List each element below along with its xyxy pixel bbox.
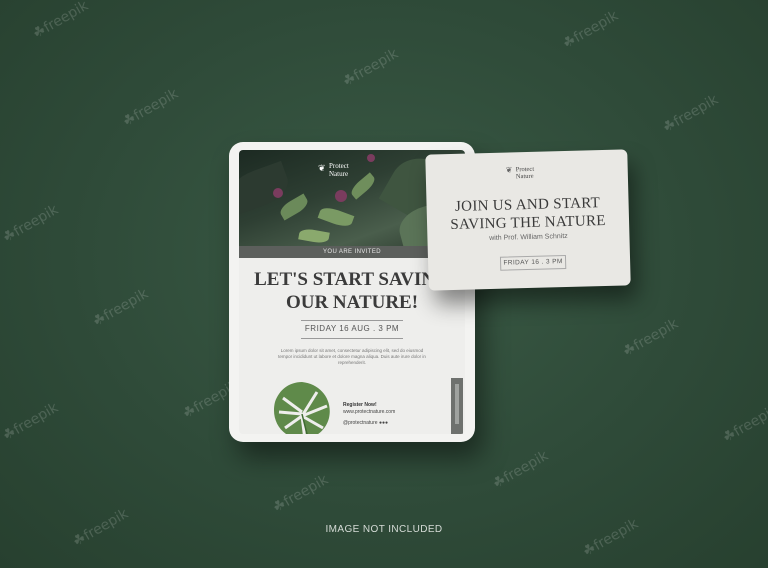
social-icon: ●●● (378, 420, 388, 426)
monstera-leaf-image (274, 382, 330, 434)
register-block: Register Now! www.protectnature.com (343, 402, 396, 415)
decorative-bar (451, 378, 463, 434)
footer-note: IMAGE NOT INCLUDED (325, 524, 443, 535)
body-text: Lorem ipsum dolor sit amet, consectetur … (278, 348, 426, 365)
leaf-icon: ❦ (318, 163, 326, 173)
divider (301, 338, 403, 339)
tablet-brand-logo: ❦ Protect Nature (318, 162, 349, 178)
event-date: FRIDAY 16 AUG . 3 PM (304, 324, 400, 333)
leaf-icon: ❦ (505, 165, 513, 175)
divider (301, 320, 403, 321)
card-headline: JOIN US AND START SAVING THE NATURE (450, 195, 606, 234)
card-brand-logo: ❦ Protect Nature (505, 165, 535, 181)
social-row: @protectnature ●●● (343, 420, 388, 426)
card-date: FRIDAY 16 . 3 PM (499, 255, 567, 271)
invitation-card: ❦ Protect Nature JOIN US AND START SAVIN… (425, 149, 631, 291)
